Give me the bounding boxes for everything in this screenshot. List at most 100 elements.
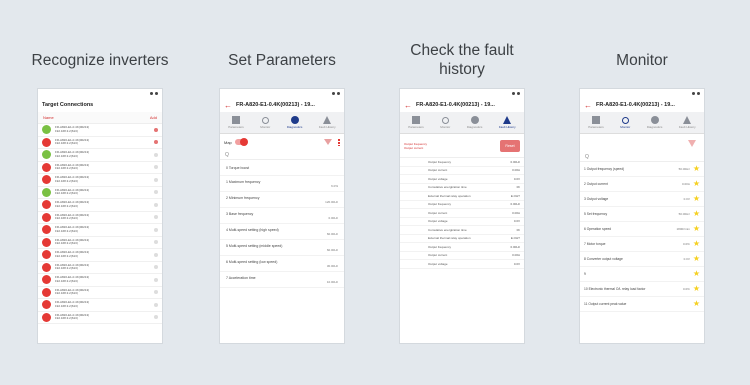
favorite-star-icon[interactable]: ★ xyxy=(693,195,700,203)
back-arrow-icon[interactable]: ← xyxy=(224,101,232,110)
tab-diagnostics[interactable]: Diagnostics xyxy=(467,116,482,129)
monitor-row[interactable]: 8 Converter output voltage 0.0V ★ xyxy=(580,252,704,267)
panel-title: Check the fault history xyxy=(410,42,514,78)
monitor-row[interactable]: 7 Motor torque 0.0% ★ xyxy=(580,237,704,252)
tab-fault-history[interactable]: Fault History xyxy=(679,116,696,129)
connection-address: 192.168.3.2(613) xyxy=(55,216,78,221)
tab-monitor[interactable]: Monitor xyxy=(620,116,630,129)
connection-row[interactable]: FR-A820-E1-0.4K(00213) 192.168.3.2(613) xyxy=(38,287,162,299)
connection-row[interactable]: FR-A820-E1-0.4K(00213) 192.168.3.2(613) xyxy=(38,174,162,187)
phone-screen: ← FR-A820-E1-0.4K(00213) - 19... Paramet… xyxy=(580,89,704,343)
search-input[interactable]: Q xyxy=(580,152,704,162)
device-header: ← FR-A820-E1-0.4K(00213) - 19... xyxy=(220,98,344,112)
parameter-value: 0.00Hz xyxy=(328,215,338,220)
parameter-row[interactable]: 3 Base frequency 0.00Hz xyxy=(220,208,344,224)
fault-value: 0.0V xyxy=(513,219,520,224)
connect-icon[interactable] xyxy=(154,165,158,170)
filter-icon[interactable] xyxy=(688,139,696,147)
connect-icon[interactable] xyxy=(154,290,158,295)
connect-icon[interactable] xyxy=(154,315,158,320)
connection-row[interactable]: FR-A820-E1-0.4K(00213) 192.168.3.2(613) xyxy=(38,137,162,149)
favorite-star-icon[interactable]: ★ xyxy=(693,300,700,308)
tab-diagnostics[interactable]: Diagnostics xyxy=(647,116,662,129)
connection-row[interactable]: FR-A820-E1-0.4K(00213) 192.168.3.2(613) xyxy=(38,162,162,174)
connection-text: FR-A820-E1-0.4K(00213) 192.168.3.2(613) xyxy=(55,264,154,271)
connection-row[interactable]: FR-A820-E1-0.4K(00213) 192.168.3.2(613) xyxy=(38,149,162,162)
reset-button[interactable]: Reset xyxy=(500,139,520,152)
tab-monitor[interactable]: Monitor xyxy=(440,116,450,129)
parameter-row[interactable]: 1 Maximum frequency 6.0% xyxy=(220,176,344,192)
connect-icon[interactable] xyxy=(154,140,158,145)
tab-fault-history[interactable]: Fault History xyxy=(319,116,336,129)
search-input[interactable]: Q xyxy=(220,150,344,160)
connection-row[interactable]: FR-A820-E1-0.4K(00213) 192.168.3.2(613) xyxy=(38,299,162,312)
back-arrow-icon[interactable]: ← xyxy=(584,101,592,110)
tab-parameters[interactable]: Parameters xyxy=(228,116,244,129)
parameter-row[interactable]: 5 Multi-speed setting (middle speed) 60.0… xyxy=(220,240,344,256)
monitor-row[interactable]: 11 Output current peak value ★ xyxy=(580,297,704,312)
connection-row[interactable]: FR-A820-E1-0.4K(00213) 192.168.3.2(613) xyxy=(38,224,162,237)
connection-row[interactable]: FR-A820-E1-0.4K(00213) 192.168.3.2(613) xyxy=(38,249,162,262)
connect-icon[interactable] xyxy=(154,227,158,232)
fault-value: E.OHT xyxy=(510,236,520,241)
connect-icon[interactable] xyxy=(154,302,158,307)
connection-row[interactable]: FR-A820-E1-0.4K(00213) 192.168.3.2(613) xyxy=(38,274,162,287)
connection-row[interactable]: FR-A820-E1-0.4K(00213) 192.168.3.2(613) xyxy=(38,237,162,249)
connection-row[interactable]: FR-A820-E1-0.4K(00213) 192.168.3.2(613) xyxy=(38,124,162,137)
connect-icon[interactable] xyxy=(154,177,158,182)
connect-icon[interactable] xyxy=(154,152,158,157)
monitor-row[interactable]: 5 Set frequency 50.00Hz ★ xyxy=(580,207,704,222)
monitor-row[interactable]: 6 Operation speed 1800r/min ★ xyxy=(580,222,704,237)
connect-icon[interactable] xyxy=(154,190,158,195)
connect-icon[interactable] xyxy=(154,240,158,245)
connection-row[interactable]: FR-A820-E1-0.4K(00213) 192.168.3.2(613) xyxy=(38,212,162,224)
connection-row[interactable]: FR-A820-E1-0.4K(00213) 192.168.3.2(613) xyxy=(38,187,162,199)
favorite-star-icon[interactable]: ★ xyxy=(693,255,700,263)
connection-row[interactable]: FR-A820-E1-0.4K(00213) 192.168.3.2(613) xyxy=(38,312,162,324)
connect-icon[interactable] xyxy=(154,202,158,207)
parameter-row[interactable]: 0 Torque boost xyxy=(220,160,344,176)
tab-monitor[interactable]: Monitor xyxy=(260,116,270,129)
device-header: ← FR-A820-E1-0.4K(00213) - 19... xyxy=(580,98,704,112)
parameter-name: 6 Multi-speed setting (low speed) xyxy=(226,259,278,264)
add-button[interactable]: Add xyxy=(150,115,157,120)
tab-fault-history[interactable]: Fault History xyxy=(499,116,516,129)
connect-icon[interactable] xyxy=(154,265,158,270)
back-arrow-icon[interactable]: ← xyxy=(404,101,412,110)
parameter-row[interactable]: 7 Acceleration time 10.00Hz xyxy=(220,272,344,288)
tab-parameters[interactable]: Parameters xyxy=(408,116,424,129)
favorite-star-icon[interactable]: ★ xyxy=(693,210,700,218)
connect-icon[interactable] xyxy=(154,252,158,257)
fault-label: Output frequency xyxy=(428,202,452,207)
parameter-row[interactable]: 4 Multi-speed setting (high speed) 60.00H… xyxy=(220,224,344,240)
connections-header: Name Add xyxy=(38,112,162,124)
favorite-star-icon[interactable]: ★ xyxy=(693,270,700,278)
monitor-row[interactable]: 1 Output frequency (speed) 50.00Hz ★ xyxy=(580,162,704,177)
parameter-row[interactable]: 6 Multi-speed setting (low speed) 30.00Hz xyxy=(220,256,344,272)
connection-text: FR-A820-E1-0.4K(00213) 192.168.3.2(613) xyxy=(55,139,154,146)
filter-icon[interactable] xyxy=(324,139,332,145)
map-toggle[interactable] xyxy=(234,138,248,146)
fault-row: External thermal relay operation E.OHT xyxy=(400,192,524,201)
favorite-star-icon[interactable]: ★ xyxy=(693,165,700,173)
parameter-row[interactable]: 2 Minimum frequency 120.00Hz xyxy=(220,192,344,208)
more-menu-icon[interactable] xyxy=(338,138,340,146)
tab-parameters[interactable]: Parameters xyxy=(588,116,604,129)
tab-diagnostics[interactable]: Diagnostics xyxy=(287,116,302,129)
favorite-star-icon[interactable]: ★ xyxy=(693,240,700,248)
connection-row[interactable]: FR-A820-E1-0.4K(00213) 192.168.3.2(613) xyxy=(38,262,162,274)
connect-icon[interactable] xyxy=(154,127,158,132)
monitor-row[interactable]: 2 Output current 0.00A ★ xyxy=(580,177,704,192)
status-dot-icon xyxy=(42,125,51,135)
status-bar xyxy=(38,89,162,98)
favorite-star-icon[interactable]: ★ xyxy=(693,180,700,188)
favorite-star-icon[interactable]: ★ xyxy=(693,225,700,233)
monitor-row[interactable]: 3 Output voltage 0.0V ★ xyxy=(580,192,704,207)
monitor-row[interactable]: 9 ★ xyxy=(580,267,704,282)
name-column[interactable]: Name xyxy=(43,115,54,120)
favorite-star-icon[interactable]: ★ xyxy=(693,285,700,293)
connect-icon[interactable] xyxy=(154,215,158,220)
monitor-row[interactable]: 10 Electronic thermal O/L relay load fac… xyxy=(580,282,704,297)
connect-icon[interactable] xyxy=(154,277,158,282)
connection-row[interactable]: FR-A820-E1-0.4K(00213) 192.168.3.2(613) xyxy=(38,199,162,212)
